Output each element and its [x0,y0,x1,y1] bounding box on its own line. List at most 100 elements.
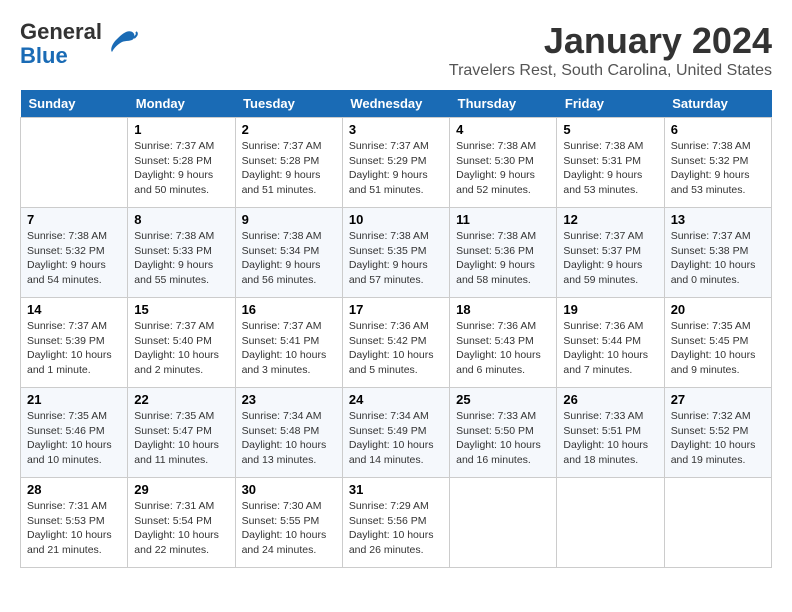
calendar-cell: 4 Sunrise: 7:38 AMSunset: 5:30 PMDaylight… [450,118,557,208]
header-saturday: Saturday [664,90,771,118]
calendar-cell: 31Sunrise: 7:29 AMSunset: 5:56 PMDayligh… [342,478,449,568]
header-friday: Friday [557,90,664,118]
calendar-cell [450,478,557,568]
day-info: Sunrise: 7:34 AMSunset: 5:49 PMDaylight:… [349,409,443,468]
header-thursday: Thursday [450,90,557,118]
header-tuesday: Tuesday [235,90,342,118]
calendar-cell: 6 Sunrise: 7:38 AMSunset: 5:32 PMDaylight… [664,118,771,208]
day-info: Sunrise: 7:38 AMSunset: 5:36 PMDaylight:… [456,229,550,288]
day-info: Sunrise: 7:37 AMSunset: 5:28 PMDaylight:… [134,139,228,198]
day-info: Sunrise: 7:38 AMSunset: 5:32 PMDaylight:… [27,229,121,288]
calendar-cell: 19 Sunrise: 7:36 AMSunset: 5:44 PMDayligh… [557,298,664,388]
day-number: 6 [671,122,765,137]
day-info: Sunrise: 7:35 AMSunset: 5:45 PMDaylight:… [671,319,765,378]
day-info: Sunrise: 7:33 AMSunset: 5:50 PMDaylight:… [456,409,550,468]
calendar-cell: 16Sunrise: 7:37 AMSunset: 5:41 PMDayligh… [235,298,342,388]
calendar-cell: 27Sunrise: 7:32 AMSunset: 5:52 PMDayligh… [664,388,771,478]
day-number: 10 [349,212,443,227]
day-number: 23 [242,392,336,407]
day-number: 1 [134,122,228,137]
calendar-cell: 14 Sunrise: 7:37 AMSunset: 5:39 PMDayligh… [21,298,128,388]
day-number: 5 [563,122,657,137]
calendar-cell: 17 Sunrise: 7:36 AMSunset: 5:42 PMDayligh… [342,298,449,388]
day-info: Sunrise: 7:31 AMSunset: 5:54 PMDaylight:… [134,499,228,558]
calendar-cell: 29 Sunrise: 7:31 AMSunset: 5:54 PMDayligh… [128,478,235,568]
day-info: Sunrise: 7:33 AMSunset: 5:51 PMDaylight:… [563,409,657,468]
logo: General Blue [20,20,138,68]
calendar-cell: 2 Sunrise: 7:37 AMSunset: 5:28 PMDaylight… [235,118,342,208]
calendar-week-3: 14 Sunrise: 7:37 AMSunset: 5:39 PMDayligh… [21,298,772,388]
calendar-cell: 10 Sunrise: 7:38 AMSunset: 5:35 PMDayligh… [342,208,449,298]
day-info: Sunrise: 7:38 AMSunset: 5:31 PMDaylight:… [563,139,657,198]
day-number: 15 [134,302,228,317]
title-block: January 2024 Travelers Rest, South Carol… [449,20,772,80]
calendar-cell: 15 Sunrise: 7:37 AMSunset: 5:40 PMDayligh… [128,298,235,388]
calendar-cell: 18 Sunrise: 7:36 AMSunset: 5:43 PMDayligh… [450,298,557,388]
day-info: Sunrise: 7:35 AMSunset: 5:46 PMDaylight:… [27,409,121,468]
day-number: 28 [27,482,121,497]
calendar-cell: 13 Sunrise: 7:37 AMSunset: 5:38 PMDayligh… [664,208,771,298]
calendar-cell: 26 Sunrise: 7:33 AMSunset: 5:51 PMDayligh… [557,388,664,478]
calendar-cell: 23 Sunrise: 7:34 AMSunset: 5:48 PMDayligh… [235,388,342,478]
logo-bird-icon [106,26,138,63]
day-info: Sunrise: 7:36 AMSunset: 5:43 PMDaylight:… [456,319,550,378]
day-number: 2 [242,122,336,137]
page-header: General Blue January 2024 Travelers Rest… [20,20,772,80]
header-wednesday: Wednesday [342,90,449,118]
day-number: 25 [456,392,550,407]
day-number: 3 [349,122,443,137]
day-info: Sunrise: 7:37 AMSunset: 5:40 PMDaylight:… [134,319,228,378]
day-number: 20 [671,302,765,317]
day-info: Sunrise: 7:38 AMSunset: 5:34 PMDaylight:… [242,229,336,288]
calendar-cell: 9Sunrise: 7:38 AMSunset: 5:34 PMDaylight… [235,208,342,298]
day-info: Sunrise: 7:37 AMSunset: 5:39 PMDaylight:… [27,319,121,378]
calendar-cell: 25 Sunrise: 7:33 AMSunset: 5:50 PMDayligh… [450,388,557,478]
logo-line1: General [20,20,102,44]
day-info: Sunrise: 7:37 AMSunset: 5:28 PMDaylight:… [242,139,336,198]
day-info: Sunrise: 7:36 AMSunset: 5:44 PMDaylight:… [563,319,657,378]
day-info: Sunrise: 7:38 AMSunset: 5:32 PMDaylight:… [671,139,765,198]
day-number: 24 [349,392,443,407]
day-number: 4 [456,122,550,137]
day-info: Sunrise: 7:37 AMSunset: 5:41 PMDaylight:… [242,319,336,378]
calendar-cell: 21 Sunrise: 7:35 AMSunset: 5:46 PMDayligh… [21,388,128,478]
day-number: 31 [349,482,443,497]
calendar-cell: 1 Sunrise: 7:37 AMSunset: 5:28 PMDaylight… [128,118,235,208]
calendar-table: SundayMondayTuesdayWednesdayThursdayFrid… [20,90,772,568]
day-number: 26 [563,392,657,407]
day-number: 21 [27,392,121,407]
calendar-cell [557,478,664,568]
day-info: Sunrise: 7:36 AMSunset: 5:42 PMDaylight:… [349,319,443,378]
header-monday: Monday [128,90,235,118]
day-info: Sunrise: 7:35 AMSunset: 5:47 PMDaylight:… [134,409,228,468]
calendar-cell: 30Sunrise: 7:30 AMSunset: 5:55 PMDayligh… [235,478,342,568]
day-info: Sunrise: 7:34 AMSunset: 5:48 PMDaylight:… [242,409,336,468]
day-info: Sunrise: 7:38 AMSunset: 5:30 PMDaylight:… [456,139,550,198]
day-number: 17 [349,302,443,317]
day-info: Sunrise: 7:38 AMSunset: 5:35 PMDaylight:… [349,229,443,288]
calendar-cell: 22 Sunrise: 7:35 AMSunset: 5:47 PMDayligh… [128,388,235,478]
day-number: 30 [242,482,336,497]
day-info: Sunrise: 7:37 AMSunset: 5:29 PMDaylight:… [349,139,443,198]
day-number: 19 [563,302,657,317]
calendar-subtitle: Travelers Rest, South Carolina, United S… [449,62,772,80]
day-number: 18 [456,302,550,317]
day-number: 8 [134,212,228,227]
day-info: Sunrise: 7:37 AMSunset: 5:38 PMDaylight:… [671,229,765,288]
calendar-cell: 3 Sunrise: 7:37 AMSunset: 5:29 PMDaylight… [342,118,449,208]
calendar-cell: 24 Sunrise: 7:34 AMSunset: 5:49 PMDayligh… [342,388,449,478]
calendar-cell: 28 Sunrise: 7:31 AMSunset: 5:53 PMDayligh… [21,478,128,568]
day-info: Sunrise: 7:38 AMSunset: 5:33 PMDaylight:… [134,229,228,288]
day-number: 13 [671,212,765,227]
day-info: Sunrise: 7:31 AMSunset: 5:53 PMDaylight:… [27,499,121,558]
calendar-cell [664,478,771,568]
calendar-cell: 8 Sunrise: 7:38 AMSunset: 5:33 PMDaylight… [128,208,235,298]
calendar-header-row: SundayMondayTuesdayWednesdayThursdayFrid… [21,90,772,118]
day-number: 22 [134,392,228,407]
calendar-week-4: 21 Sunrise: 7:35 AMSunset: 5:46 PMDayligh… [21,388,772,478]
calendar-cell: 7Sunrise: 7:38 AMSunset: 5:32 PMDaylight… [21,208,128,298]
day-number: 29 [134,482,228,497]
day-number: 14 [27,302,121,317]
day-info: Sunrise: 7:32 AMSunset: 5:52 PMDaylight:… [671,409,765,468]
calendar-week-1: 1 Sunrise: 7:37 AMSunset: 5:28 PMDaylight… [21,118,772,208]
